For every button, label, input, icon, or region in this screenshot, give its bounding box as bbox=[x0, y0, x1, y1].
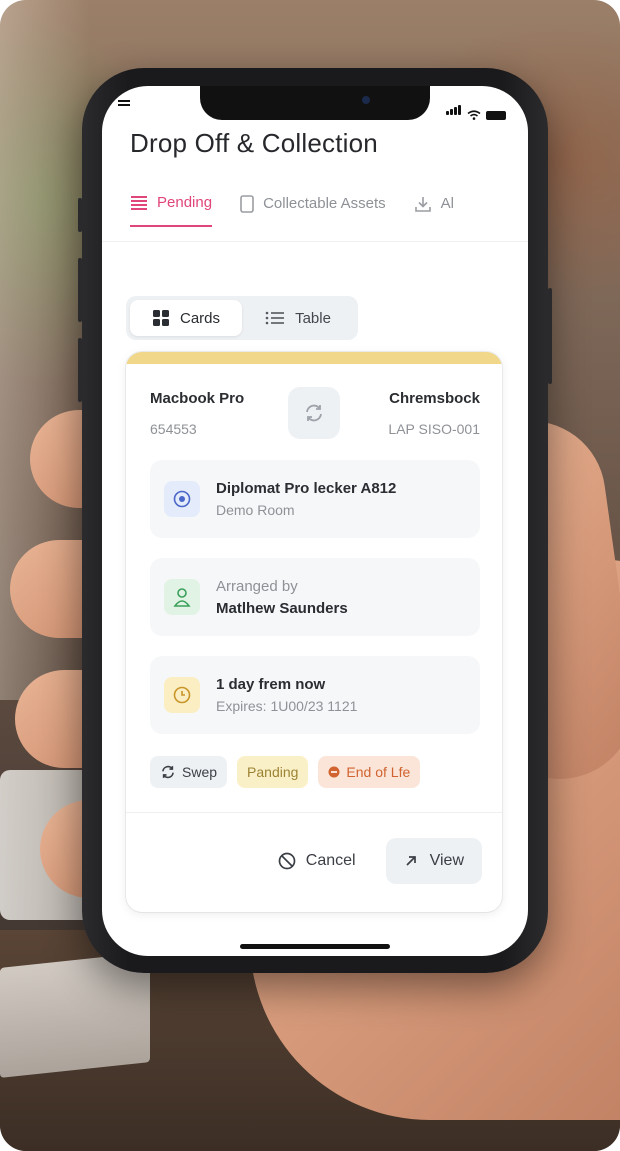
refresh-icon bbox=[162, 765, 174, 779]
table-view-button[interactable]: Table bbox=[242, 300, 354, 336]
list-view-icon bbox=[265, 311, 285, 325]
location-subtitle: Demo Room bbox=[216, 502, 295, 518]
tab-bar: Pending Collectable Assets Al bbox=[130, 194, 454, 227]
to-asset: Chremsbock LAP SISO-001 bbox=[388, 390, 480, 437]
card-actions: Cancel View bbox=[274, 838, 482, 884]
swap-badge-label: Swep bbox=[182, 764, 218, 780]
phone-volume-down bbox=[78, 338, 82, 402]
pending-badge: Panding bbox=[237, 756, 309, 788]
alert-icon bbox=[328, 766, 340, 778]
home-indicator[interactable] bbox=[240, 944, 390, 949]
end-of-life-badge: End of Lfe bbox=[318, 756, 421, 788]
person-icon bbox=[164, 579, 200, 615]
wifi-icon bbox=[467, 110, 481, 120]
table-view-label: Table bbox=[295, 309, 331, 327]
view-toggle: Cards Table bbox=[126, 296, 358, 340]
phone-silent-switch bbox=[78, 198, 82, 232]
arrow-up-right-icon bbox=[406, 856, 416, 866]
view-button[interactable]: View bbox=[385, 838, 482, 884]
download-icon bbox=[414, 196, 431, 212]
signal-icon bbox=[446, 102, 462, 120]
cancel-label: Cancel bbox=[305, 852, 356, 869]
expiry-subtitle: Expires: 1U00/23 1121 bbox=[216, 698, 358, 714]
clock-icon bbox=[164, 677, 200, 713]
tab-label: Al bbox=[440, 195, 454, 212]
location-title: Diplomat Pro lecker A812 bbox=[216, 480, 397, 497]
phone-volume-up bbox=[78, 258, 82, 322]
swap-badge: Swep bbox=[150, 756, 228, 788]
refresh-icon bbox=[306, 404, 322, 422]
card-accent-bar bbox=[126, 352, 502, 364]
list-icon bbox=[131, 195, 147, 210]
notch bbox=[200, 86, 430, 120]
camera-icon bbox=[362, 96, 370, 104]
end-of-life-label: End of Lfe bbox=[346, 764, 411, 780]
location-icon bbox=[164, 481, 200, 517]
expiry-row: 1 day frem now Expires: 1U00/23 1121 bbox=[150, 656, 480, 734]
tab-label: Collectable Assets bbox=[263, 195, 386, 212]
to-asset-name: Chremsbock bbox=[389, 390, 480, 407]
phone-screen: Drop Off & Collection Pending Collectabl… bbox=[102, 86, 528, 956]
location-row: Diplomat Pro lecker A812 Demo Room bbox=[150, 460, 480, 538]
cards-view-button[interactable]: Cards bbox=[130, 300, 242, 336]
battery-icon bbox=[486, 111, 506, 120]
from-asset-name: Macbook Pro bbox=[150, 390, 245, 407]
arranged-by-name: Matlhew Saunders bbox=[216, 599, 348, 617]
page-title: Drop Off & Collection bbox=[130, 128, 378, 158]
tab-collectable-assets[interactable]: Collectable Assets bbox=[240, 194, 386, 227]
status-bar bbox=[446, 102, 506, 120]
expiry-title: 1 day frem now bbox=[216, 676, 326, 693]
cancel-button[interactable]: Cancel bbox=[274, 838, 360, 884]
to-asset-id: LAP SISO-001 bbox=[388, 421, 480, 437]
tab-all[interactable]: Al bbox=[414, 194, 454, 227]
menu-icon[interactable] bbox=[118, 100, 132, 110]
cards-view-label: Cards bbox=[179, 309, 220, 327]
phone-power-button bbox=[548, 288, 552, 384]
card-divider bbox=[126, 812, 502, 813]
swap-request-card[interactable]: Macbook Pro 654553 Chremsbock LAP SISO-0… bbox=[126, 352, 502, 912]
from-asset-id: 654553 bbox=[150, 421, 197, 437]
grid-icon bbox=[152, 310, 169, 326]
view-label: View bbox=[429, 852, 464, 869]
tab-pending[interactable]: Pending bbox=[130, 194, 213, 227]
arranged-by-row: Arranged by Matlhew Saunders bbox=[150, 558, 480, 636]
pending-badge-label: Panding bbox=[247, 764, 299, 780]
swap-icon-box bbox=[288, 387, 340, 439]
cancel-icon bbox=[278, 852, 296, 870]
tablet-icon bbox=[240, 194, 254, 213]
arranged-by-label: Arranged by bbox=[216, 577, 298, 595]
from-asset: Macbook Pro 654553 bbox=[150, 390, 244, 437]
tabs-divider bbox=[102, 241, 528, 242]
tab-label: Pending bbox=[157, 194, 213, 211]
status-badges: Swep Panding End of Lfe bbox=[150, 756, 421, 788]
